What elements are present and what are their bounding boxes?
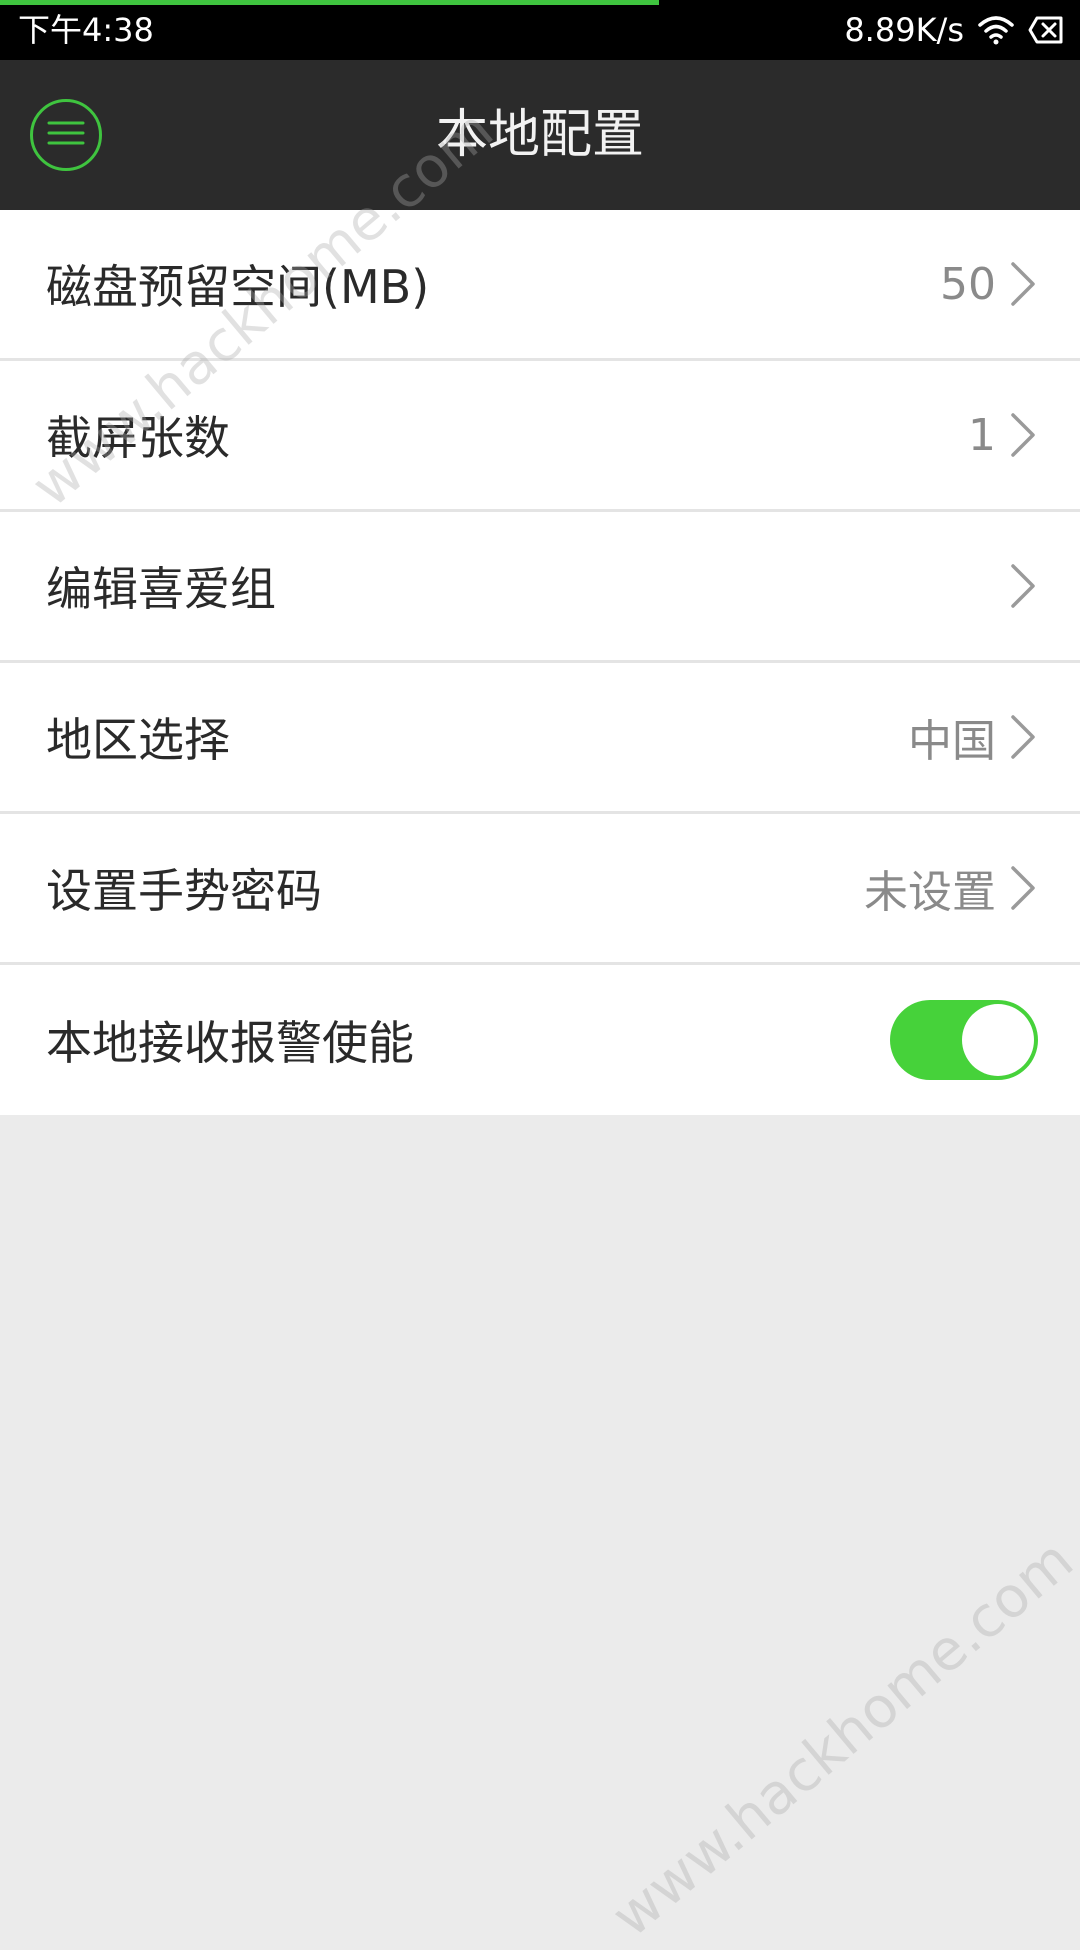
status-indicators: 8.89K/s bbox=[844, 10, 1064, 50]
load-progress-bar bbox=[0, 0, 1080, 5]
setting-region[interactable]: 地区选择 中国 bbox=[0, 663, 1080, 814]
watermark-bottom: www.hackhome.com bbox=[600, 1527, 1080, 1950]
status-bar: 下午4:38 8.89K/s bbox=[0, 0, 1080, 60]
setting-label: 编辑喜爱组 bbox=[46, 562, 276, 616]
setting-value: 1 bbox=[968, 409, 996, 461]
setting-value: 50 bbox=[940, 258, 996, 310]
title-bar: 本地配置 bbox=[0, 60, 1080, 210]
setting-value-group: 50 bbox=[940, 210, 1038, 358]
setting-value-group: 中国 bbox=[908, 663, 1038, 811]
load-progress-fill bbox=[0, 0, 659, 5]
chevron-right-icon bbox=[1008, 713, 1038, 761]
setting-label: 设置手势密码 bbox=[46, 864, 322, 918]
wifi-icon bbox=[978, 15, 1014, 45]
setting-value-group bbox=[1008, 512, 1038, 660]
setting-value-group: 未设置 bbox=[864, 814, 1038, 962]
chevron-right-icon bbox=[1008, 260, 1038, 308]
setting-label: 本地接收报警使能 bbox=[46, 1016, 414, 1070]
setting-value: 未设置 bbox=[864, 867, 996, 918]
setting-label: 磁盘预留空间(MB) bbox=[46, 260, 430, 314]
setting-label: 截屏张数 bbox=[46, 411, 230, 465]
network-speed: 8.89K/s bbox=[844, 11, 964, 49]
toggle-knob bbox=[962, 1004, 1034, 1076]
setting-gesture-password[interactable]: 设置手势密码 未设置 bbox=[0, 814, 1080, 965]
setting-local-alarm: 本地接收报警使能 bbox=[0, 965, 1080, 1115]
page-title: 本地配置 bbox=[435, 105, 644, 165]
status-time: 下午4:38 bbox=[18, 11, 154, 49]
battery-icon bbox=[1028, 16, 1064, 44]
chevron-right-icon bbox=[1008, 864, 1038, 912]
setting-value-group: 1 bbox=[968, 361, 1038, 509]
alarm-toggle-switch[interactable] bbox=[890, 1000, 1038, 1080]
setting-toggle-group bbox=[890, 965, 1038, 1115]
setting-screenshot-count[interactable]: 截屏张数 1 bbox=[0, 361, 1080, 512]
setting-value: 中国 bbox=[908, 716, 996, 767]
chevron-right-icon bbox=[1008, 562, 1038, 610]
menu-icon bbox=[46, 118, 86, 152]
setting-label: 地区选择 bbox=[46, 713, 230, 767]
setting-disk-reserve[interactable]: 磁盘预留空间(MB) 50 bbox=[0, 210, 1080, 361]
chevron-right-icon bbox=[1008, 411, 1038, 459]
menu-button[interactable] bbox=[30, 99, 102, 171]
setting-edit-favorites[interactable]: 编辑喜爱组 bbox=[0, 512, 1080, 663]
settings-list: 磁盘预留空间(MB) 50 截屏张数 1 编辑喜爱组 地区选择 中国 设置手势密… bbox=[0, 210, 1080, 1115]
